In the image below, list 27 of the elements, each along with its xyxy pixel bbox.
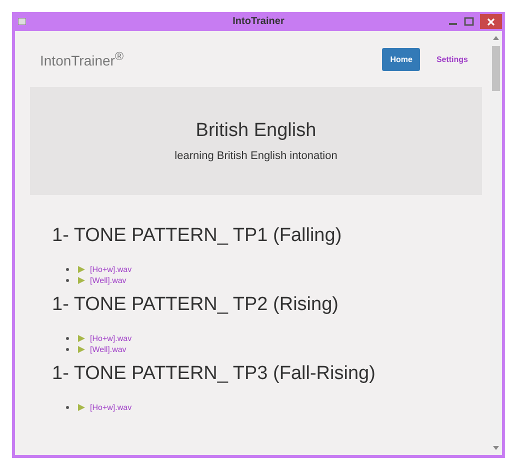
bullet-icon [66,279,69,282]
close-icon [487,18,495,26]
audio-file-link[interactable]: [Ho+w].wav [90,403,132,412]
audio-file-link[interactable]: [Ho+w].wav [90,334,132,343]
scroll-down-icon[interactable] [493,446,499,451]
section-heading: 1- TONE PATTERN_ TP1 (Falling) [52,225,343,247]
play-icon[interactable] [78,404,85,411]
scroll-up-icon[interactable] [493,35,499,40]
section-heading: 1- TONE PATTERN_ TP3 (Fall-Rising) [52,363,376,385]
audio-file-link[interactable]: [Well].wav [90,345,126,354]
nav-link[interactable]: Settings [428,48,476,70]
bullet-icon [66,406,69,409]
bullet-icon [66,348,69,351]
bullet-icon [66,337,69,340]
jumbotron-title: British English [196,120,316,142]
scroll-thumb[interactable] [492,46,500,91]
nav-link[interactable]: Home [382,48,420,70]
bullet-icon [66,268,69,271]
close-button[interactable] [480,14,502,29]
brand-title: IntonTrainer$^{®}$ [40,50,124,68]
app-icon [18,18,26,25]
audio-file-link[interactable]: [Well].wav [90,276,126,285]
audio-file-link[interactable]: [Ho+w].wav [90,265,132,274]
section-heading: 1- TONE PATTERN_ TP2 (Rising) [52,294,340,316]
jumbotron-subtitle: learning British English intonation [174,150,338,162]
window-title: IntoTrainer [232,16,286,27]
maximize-icon[interactable] [464,16,474,26]
